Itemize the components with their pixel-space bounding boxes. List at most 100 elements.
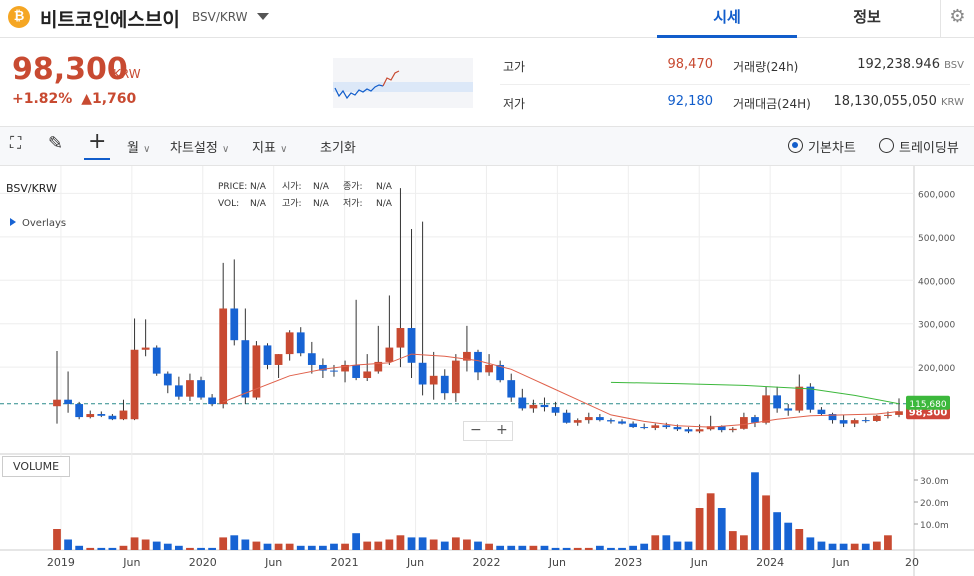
volume-bar — [728, 531, 737, 550]
candle-body — [684, 429, 693, 432]
volume-button[interactable]: VOLUME — [2, 456, 71, 477]
period-select[interactable]: 월 ∨ — [127, 137, 150, 156]
candle-body — [607, 420, 615, 422]
volume-bar — [197, 547, 205, 550]
chevron-down-icon[interactable] — [257, 13, 269, 20]
mini-price-chart — [333, 58, 473, 108]
volume-bar — [662, 535, 671, 550]
volume-bar — [307, 545, 316, 550]
crosshair-icon[interactable]: + — [84, 129, 111, 160]
info-high: N/A — [313, 199, 330, 209]
x-tick-label: 2021 — [331, 556, 359, 569]
chart-settings-select[interactable]: 차트설정 ∨ — [170, 137, 229, 156]
candle-body — [629, 423, 637, 428]
change-amount: ▲1,760 — [81, 91, 137, 107]
info-low: N/A — [376, 199, 393, 209]
zoom-out-button[interactable]: − — [470, 422, 482, 438]
volume-bar — [784, 522, 793, 550]
volume-bar — [385, 539, 394, 550]
volume-bar — [861, 543, 870, 550]
tab-quote[interactable]: 시세 — [657, 0, 797, 38]
candle-body — [330, 370, 338, 372]
volume-bar — [152, 541, 161, 550]
y-tick-label: 300,000 — [918, 321, 955, 331]
tab-info[interactable]: 정보 — [797, 0, 937, 38]
y-tick-label: 400,000 — [918, 277, 955, 287]
volume-bar — [529, 545, 538, 550]
change-rate: +1.82% — [12, 91, 73, 107]
candle-body — [197, 380, 205, 398]
tradingview-radio[interactable] — [879, 138, 894, 153]
volume-bar — [474, 541, 482, 550]
indicators-select[interactable]: 지표 ∨ — [252, 137, 287, 156]
x-tick-label: Jun — [122, 556, 140, 569]
header: ₿ 비트코인에스브이 BSV/KRW 시세 정보 ⚙ — [0, 0, 974, 38]
candle-body — [141, 347, 150, 350]
low-label: 저가 — [503, 97, 526, 111]
volume-bar — [584, 547, 593, 550]
x-tick-label: 2024 — [756, 556, 784, 569]
candle-body — [186, 380, 194, 397]
volume-bar — [706, 493, 715, 550]
candle-body — [662, 425, 671, 428]
candle-body — [219, 308, 228, 405]
volume-bar — [230, 535, 239, 550]
price-chart[interactable]: 600,000 500,000 400,000 300,000 200,000 Jun 20… — [0, 166, 974, 576]
fullscreen-icon[interactable]: ⛶ — [10, 133, 21, 153]
volume-bar — [241, 539, 250, 550]
volume-bar — [839, 543, 848, 550]
candle-body — [518, 397, 527, 409]
x-tick-label: Jun — [831, 556, 849, 569]
volume-bar — [717, 508, 726, 550]
candle-body — [795, 386, 804, 411]
reset-button[interactable]: 초기화 — [320, 137, 356, 156]
volume-bar — [872, 541, 881, 550]
coin-pair[interactable]: BSV/KRW — [192, 10, 247, 24]
candle-body — [584, 417, 593, 421]
basic-chart-label[interactable]: 기본차트 — [808, 137, 856, 156]
candle-body — [872, 415, 881, 421]
volume-bar — [485, 543, 493, 550]
volume-bar — [75, 545, 84, 550]
zoom-control: − + — [463, 421, 513, 441]
candle-body — [241, 340, 250, 398]
x-tick-label: Jun — [264, 556, 282, 569]
volume-unit: BSV — [944, 60, 964, 71]
volume-bar — [407, 537, 416, 550]
candle-body — [208, 397, 216, 405]
zoom-in-button[interactable]: + — [496, 422, 508, 438]
info-price-label: PRICE: — [218, 182, 247, 192]
volume-bar — [850, 543, 859, 550]
chevron-down-icon: ∨ — [221, 144, 230, 155]
pencil-icon[interactable]: ✎ — [48, 133, 63, 154]
candle-body — [75, 404, 84, 418]
candle-body — [562, 412, 571, 423]
volume-bar — [119, 545, 128, 550]
x-tick-label: 2020 — [189, 556, 217, 569]
volume-bar — [174, 545, 183, 550]
volume-bar — [319, 545, 327, 550]
info-high-label: 고가: — [282, 198, 302, 209]
period-label: 월 — [127, 141, 139, 156]
volume-bar — [607, 547, 615, 550]
tradingview-label[interactable]: 트레이딩뷰 — [899, 137, 959, 156]
volume-label: 거래량(24h) — [733, 60, 799, 74]
low-value: 92,180 — [667, 94, 714, 109]
chart-settings-label: 차트설정 — [170, 141, 218, 156]
bitcoin-sv-icon: ₿ — [8, 6, 30, 28]
volume-bar — [108, 547, 117, 550]
gear-icon[interactable]: ⚙ — [940, 0, 974, 38]
info-vol: N/A — [250, 199, 267, 209]
candle-body — [595, 417, 604, 421]
volume-bar — [263, 543, 272, 550]
volume-bar — [640, 543, 649, 550]
candle-body — [396, 328, 405, 348]
candle-body — [640, 427, 649, 429]
info-close-label: 종가: — [343, 181, 363, 192]
candle-body — [296, 332, 305, 354]
volume-bar — [562, 547, 571, 550]
chart-title: BSV/KRW — [6, 182, 57, 195]
volume-bar — [507, 545, 516, 550]
basic-chart-radio[interactable] — [788, 138, 803, 153]
candle-body — [451, 360, 460, 394]
